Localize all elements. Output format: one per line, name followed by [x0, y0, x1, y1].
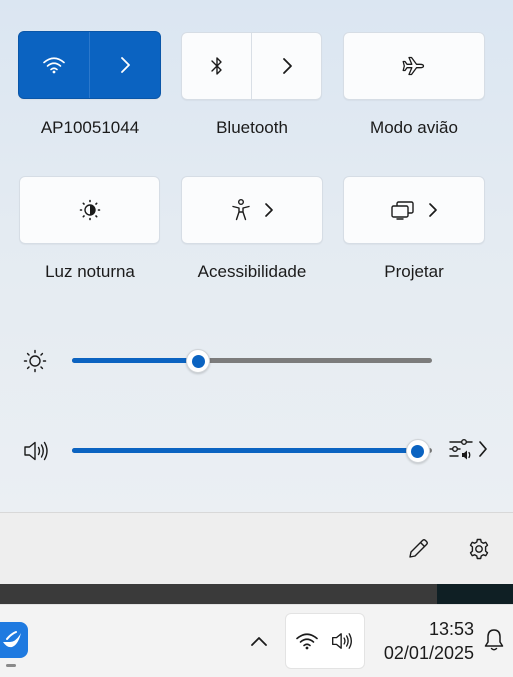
chevron-up-icon	[251, 637, 267, 646]
project-icon	[391, 201, 414, 220]
app-running-indicator	[6, 664, 16, 667]
accessibility-tile[interactable]	[181, 176, 323, 244]
show-hidden-icons-button[interactable]	[246, 627, 272, 655]
gear-icon	[469, 538, 489, 560]
taskbar-app-button[interactable]	[0, 622, 28, 658]
brightness-icon	[23, 349, 47, 373]
speaker-icon	[24, 441, 48, 461]
bluetooth-toggle-button[interactable]	[182, 33, 251, 99]
chevron-right-icon	[429, 203, 437, 217]
pencil-icon	[409, 539, 428, 558]
brightness-slider-thumb[interactable]	[186, 349, 210, 373]
wifi-icon	[43, 57, 65, 74]
airplane-mode-tile[interactable]	[343, 32, 485, 100]
quick-settings-footer	[0, 512, 513, 584]
wifi-networks-button[interactable]	[89, 32, 160, 98]
chevron-right-icon	[121, 57, 130, 73]
volume-mixer-icon	[449, 439, 473, 460]
app-logo-icon	[3, 631, 21, 648]
wifi-tile	[18, 31, 161, 99]
wifi-toggle-button[interactable]	[19, 32, 89, 98]
chevron-right-icon	[282, 58, 292, 74]
accessibility-tile-label: Acessibilidade	[197, 262, 307, 281]
clock-button[interactable]: 13:53 02/01/2025	[374, 617, 474, 665]
clock-time: 13:53	[428, 619, 474, 639]
chevron-right-icon	[265, 203, 273, 217]
bluetooth-tile	[181, 32, 322, 100]
chevron-right-icon	[479, 441, 487, 457]
taskbar: 13:53 02/01/2025	[0, 604, 513, 677]
project-tile-label: Projetar	[384, 262, 444, 281]
volume-slider[interactable]	[72, 439, 432, 463]
edit-quick-settings-button[interactable]	[402, 533, 434, 565]
quick-settings-tray-button[interactable]	[285, 613, 365, 669]
project-tile[interactable]	[343, 176, 485, 244]
wifi-tile-label: AP10051044	[40, 118, 140, 137]
airplane-icon	[402, 56, 425, 76]
bell-icon	[484, 629, 504, 651]
night-light-tile-label: Luz noturna	[45, 262, 135, 281]
bluetooth-tile-label: Bluetooth	[216, 118, 288, 137]
brightness-slider-fill	[72, 358, 198, 363]
clock-date: 02/01/2025	[383, 643, 474, 663]
volume-slider-thumb[interactable]	[405, 439, 430, 463]
quick-settings-panel: AP10051044 Bluetooth Modo avião Luz notu…	[0, 0, 513, 512]
brightness-slider[interactable]	[72, 349, 432, 373]
bluetooth-icon	[210, 57, 222, 75]
brightness-row	[0, 340, 513, 380]
night-light-tile[interactable]	[19, 176, 160, 244]
settings-button[interactable]	[463, 533, 495, 565]
bluetooth-devices-button[interactable]	[251, 33, 321, 99]
volume-slider-fill	[72, 448, 418, 453]
accessibility-icon	[232, 199, 250, 221]
airplane-mode-tile-label: Modo avião	[370, 118, 458, 137]
volume-row	[0, 430, 513, 470]
desktop-background-edge	[437, 584, 513, 604]
volume-mixer-button[interactable]	[448, 436, 488, 462]
desktop-background-strip	[0, 584, 513, 604]
wifi-icon	[296, 633, 318, 650]
night-light-icon	[79, 199, 100, 221]
notifications-button[interactable]	[482, 627, 506, 658]
speaker-icon	[332, 633, 352, 649]
